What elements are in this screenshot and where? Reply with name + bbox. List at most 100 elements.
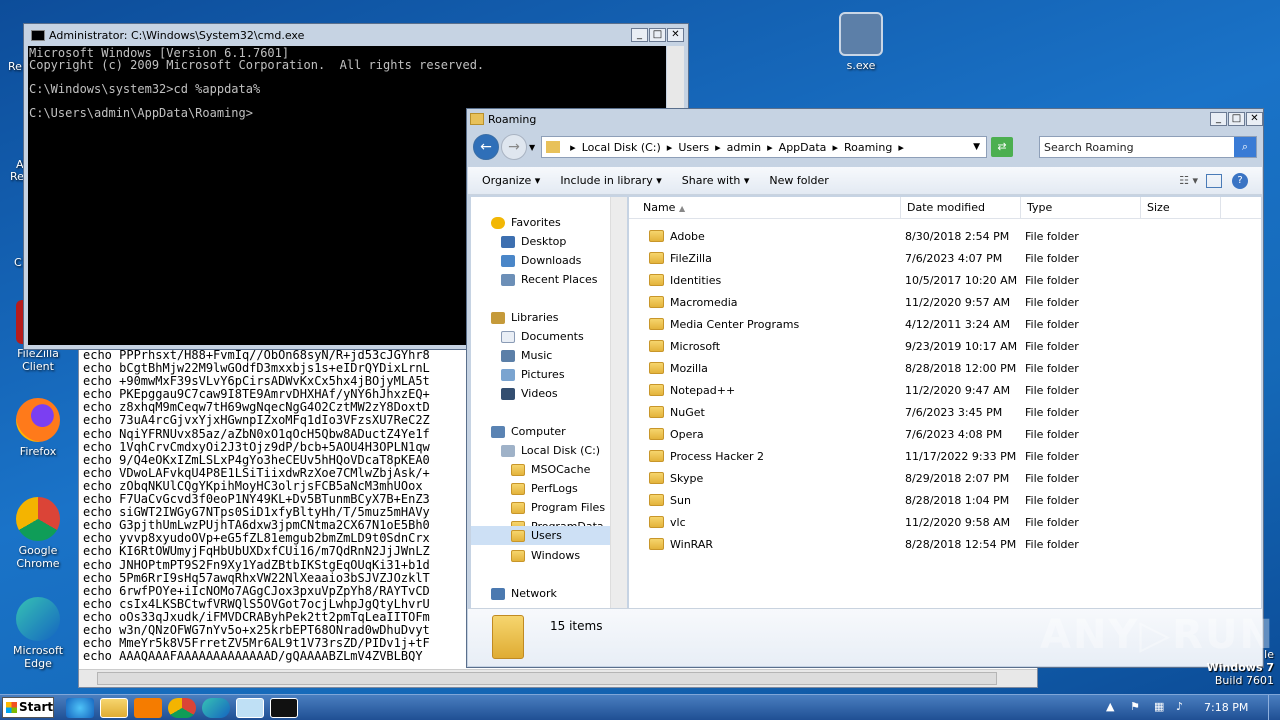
videos-icon (501, 387, 515, 400)
file-type: File folder (1025, 339, 1079, 353)
table-row[interactable]: WinRAR 8/28/2018 12:54 PM File folder (629, 533, 1261, 555)
column-header-type[interactable]: Type (1021, 197, 1141, 218)
file-name: vlc (670, 515, 686, 529)
table-row[interactable]: FileZilla 7/6/2023 4:07 PM File folder (629, 247, 1261, 269)
chrome-taskbar-icon[interactable] (168, 698, 196, 718)
desktop-icon-s-exe[interactable]: s.exe (823, 12, 899, 72)
edge-taskbar-icon[interactable] (202, 698, 230, 718)
breadcrumb-admin[interactable]: admin (727, 141, 761, 154)
minimize-button[interactable]: _ (1210, 112, 1227, 126)
table-row[interactable]: Notepad++ 11/2/2020 9:47 AM File folder (629, 379, 1261, 401)
column-header-size[interactable]: Size (1141, 197, 1221, 218)
column-header-name[interactable]: Name ▲ (629, 197, 901, 218)
search-input[interactable]: Search Roaming ⌕ (1039, 136, 1257, 158)
table-row[interactable]: Mozilla 8/28/2018 12:00 PM File folder (629, 357, 1261, 379)
table-row[interactable]: Adobe 8/30/2018 2:54 PM File folder (629, 225, 1261, 247)
scrollbar-thumb[interactable] (97, 672, 997, 685)
nav-videos[interactable]: Videos (501, 384, 558, 403)
nav-desktop[interactable]: Desktop (501, 232, 566, 251)
desktop-icon-edge[interactable]: Microsoft Edge (0, 597, 76, 670)
search-icon[interactable]: ⌕ (1234, 137, 1256, 157)
breadcrumb-local-disk[interactable]: Local Disk (C:) (582, 141, 661, 154)
date-modified: 8/28/2018 12:00 PM (905, 361, 1017, 375)
table-row[interactable]: Process Hacker 2 11/17/2022 9:33 PM File f… (629, 445, 1261, 467)
start-button[interactable]: Start (2, 697, 54, 718)
organize-menu[interactable]: Organize ▾ (482, 174, 540, 187)
address-bar[interactable]: ▸ Local Disk (C:) ▸ Users ▸ admin ▸ AppD… (541, 136, 987, 158)
nav-downloads[interactable]: Downloads (501, 251, 581, 270)
nav-network[interactable]: Network (491, 584, 557, 603)
media-player-taskbar-icon[interactable] (134, 698, 162, 718)
close-button[interactable]: ✕ (1246, 112, 1263, 126)
close-button[interactable]: ✕ (667, 28, 684, 42)
column-header-date[interactable]: Date modified (901, 197, 1021, 218)
table-row[interactable]: Sun 8/28/2018 1:04 PM File folder (629, 489, 1261, 511)
show-desktop-button[interactable] (1268, 695, 1280, 720)
address-dropdown-icon[interactable]: ▼ (973, 142, 980, 152)
include-in-library-menu[interactable]: Include in library ▾ (560, 174, 661, 187)
maximize-button[interactable]: □ (1228, 112, 1245, 126)
share-with-menu[interactable]: Share with ▾ (682, 174, 750, 187)
minimize-button[interactable]: _ (631, 28, 648, 42)
view-options-icon[interactable]: ☷ ▾ (1179, 174, 1198, 187)
notepad-line: echo KI6RtOWUmyjFqHbUbUXDxfCUi16/m7QdRnN… (83, 544, 430, 559)
network-tray-icon[interactable]: ▦ (1154, 700, 1164, 713)
notepad-line: echo 9/Q4eOKxIZmLSLxP4gYo3heCEUv5hHQoVDc… (83, 452, 430, 467)
back-button[interactable]: ← (473, 134, 499, 160)
table-row[interactable]: NuGet 7/6/2023 3:45 PM File folder (629, 401, 1261, 423)
table-row[interactable]: Microsoft 9/23/2019 10:17 AM File folder (629, 335, 1261, 357)
explorer-titlebar[interactable]: Roaming _ □ ✕ (467, 109, 1263, 129)
nav-pictures[interactable]: Pictures (501, 365, 565, 384)
refresh-icon[interactable]: ⇄ (991, 137, 1013, 157)
breadcrumb-appdata[interactable]: AppData (779, 141, 827, 154)
breadcrumb-users[interactable]: Users (678, 141, 709, 154)
nav-computer[interactable]: Computer (491, 422, 566, 441)
navigation-pane[interactable]: Favorites Desktop Downloads Recent Place… (471, 197, 627, 609)
nav-documents[interactable]: Documents (501, 327, 584, 346)
explorer-taskbar-icon[interactable] (100, 698, 128, 718)
volume-icon[interactable]: ♪ (1176, 700, 1183, 713)
nav-libraries[interactable]: Libraries (491, 308, 559, 327)
table-row[interactable]: Identities 10/5/2017 10:20 AM File folder (629, 269, 1261, 291)
nav-users[interactable]: Users (471, 526, 613, 545)
table-row[interactable]: Macromedia 11/2/2020 9:57 AM File folder (629, 291, 1261, 313)
show-hidden-icons-icon[interactable]: ▲ (1106, 700, 1114, 713)
desktop-icon-firefox[interactable]: Firefox (0, 398, 76, 458)
nav-windows[interactable]: Windows (511, 546, 580, 565)
recent-pages-chevron-icon[interactable]: ▼ (529, 143, 535, 152)
action-center-icon[interactable]: ⚑ (1130, 700, 1140, 713)
file-list[interactable]: Name ▲ Date modified Type Size Adobe 8/30… (629, 197, 1261, 609)
nav-perflogs[interactable]: PerfLogs (511, 479, 578, 498)
help-icon[interactable]: ? (1232, 172, 1248, 189)
folder-icon (649, 494, 664, 506)
preview-pane-icon[interactable] (1206, 173, 1222, 188)
table-row[interactable]: Media Center Programs 4/12/2011 3:24 AM Fi… (629, 313, 1261, 335)
nav-msocache[interactable]: MSOCache (511, 460, 590, 479)
nav-recent-places[interactable]: Recent Places (501, 270, 598, 289)
table-row[interactable]: vlc 11/2/2020 9:58 AM File folder (629, 511, 1261, 533)
nav-favorites[interactable]: Favorites (491, 213, 561, 232)
table-row[interactable]: Skype 8/29/2018 2:07 PM File folder (629, 467, 1261, 489)
forward-button[interactable]: → (501, 134, 527, 160)
desktop-partial-label: Re (10, 170, 24, 183)
maximize-button[interactable]: □ (649, 28, 666, 42)
folder-icon (511, 549, 525, 562)
desktop-icon-chrome[interactable]: Google Chrome (0, 497, 76, 570)
table-row[interactable]: Opera 7/6/2023 4:08 PM File folder (629, 423, 1261, 445)
desktop-partial-label: C (14, 256, 22, 269)
notepad-text-area[interactable]: echo PPPrhsxt/H88+FvmIq//ObOn68syN/R+jd5… (83, 349, 467, 664)
cmd-titlebar[interactable]: Administrator: C:\Windows\System32\cmd.e… (28, 24, 684, 46)
horizontal-scrollbar[interactable] (79, 669, 1037, 687)
explorer-window[interactable]: Roaming _ □ ✕ ← → ▼ ▸ Local Disk (C:) ▸ … (466, 108, 1264, 668)
nav-scrollbar[interactable] (610, 197, 627, 609)
notepad-taskbar-icon[interactable] (236, 698, 264, 718)
nav-music[interactable]: Music (501, 346, 552, 365)
clock[interactable]: 7:18 PM (1204, 701, 1248, 714)
cmd-taskbar-icon[interactable] (270, 698, 298, 718)
file-type: File folder (1025, 537, 1079, 551)
ie-taskbar-icon[interactable] (66, 698, 94, 718)
new-folder-button[interactable]: New folder (769, 174, 828, 187)
breadcrumb-roaming[interactable]: Roaming (844, 141, 892, 154)
nav-program-files[interactable]: Program Files (511, 498, 605, 517)
nav-local-disk[interactable]: Local Disk (C:) (501, 441, 600, 460)
